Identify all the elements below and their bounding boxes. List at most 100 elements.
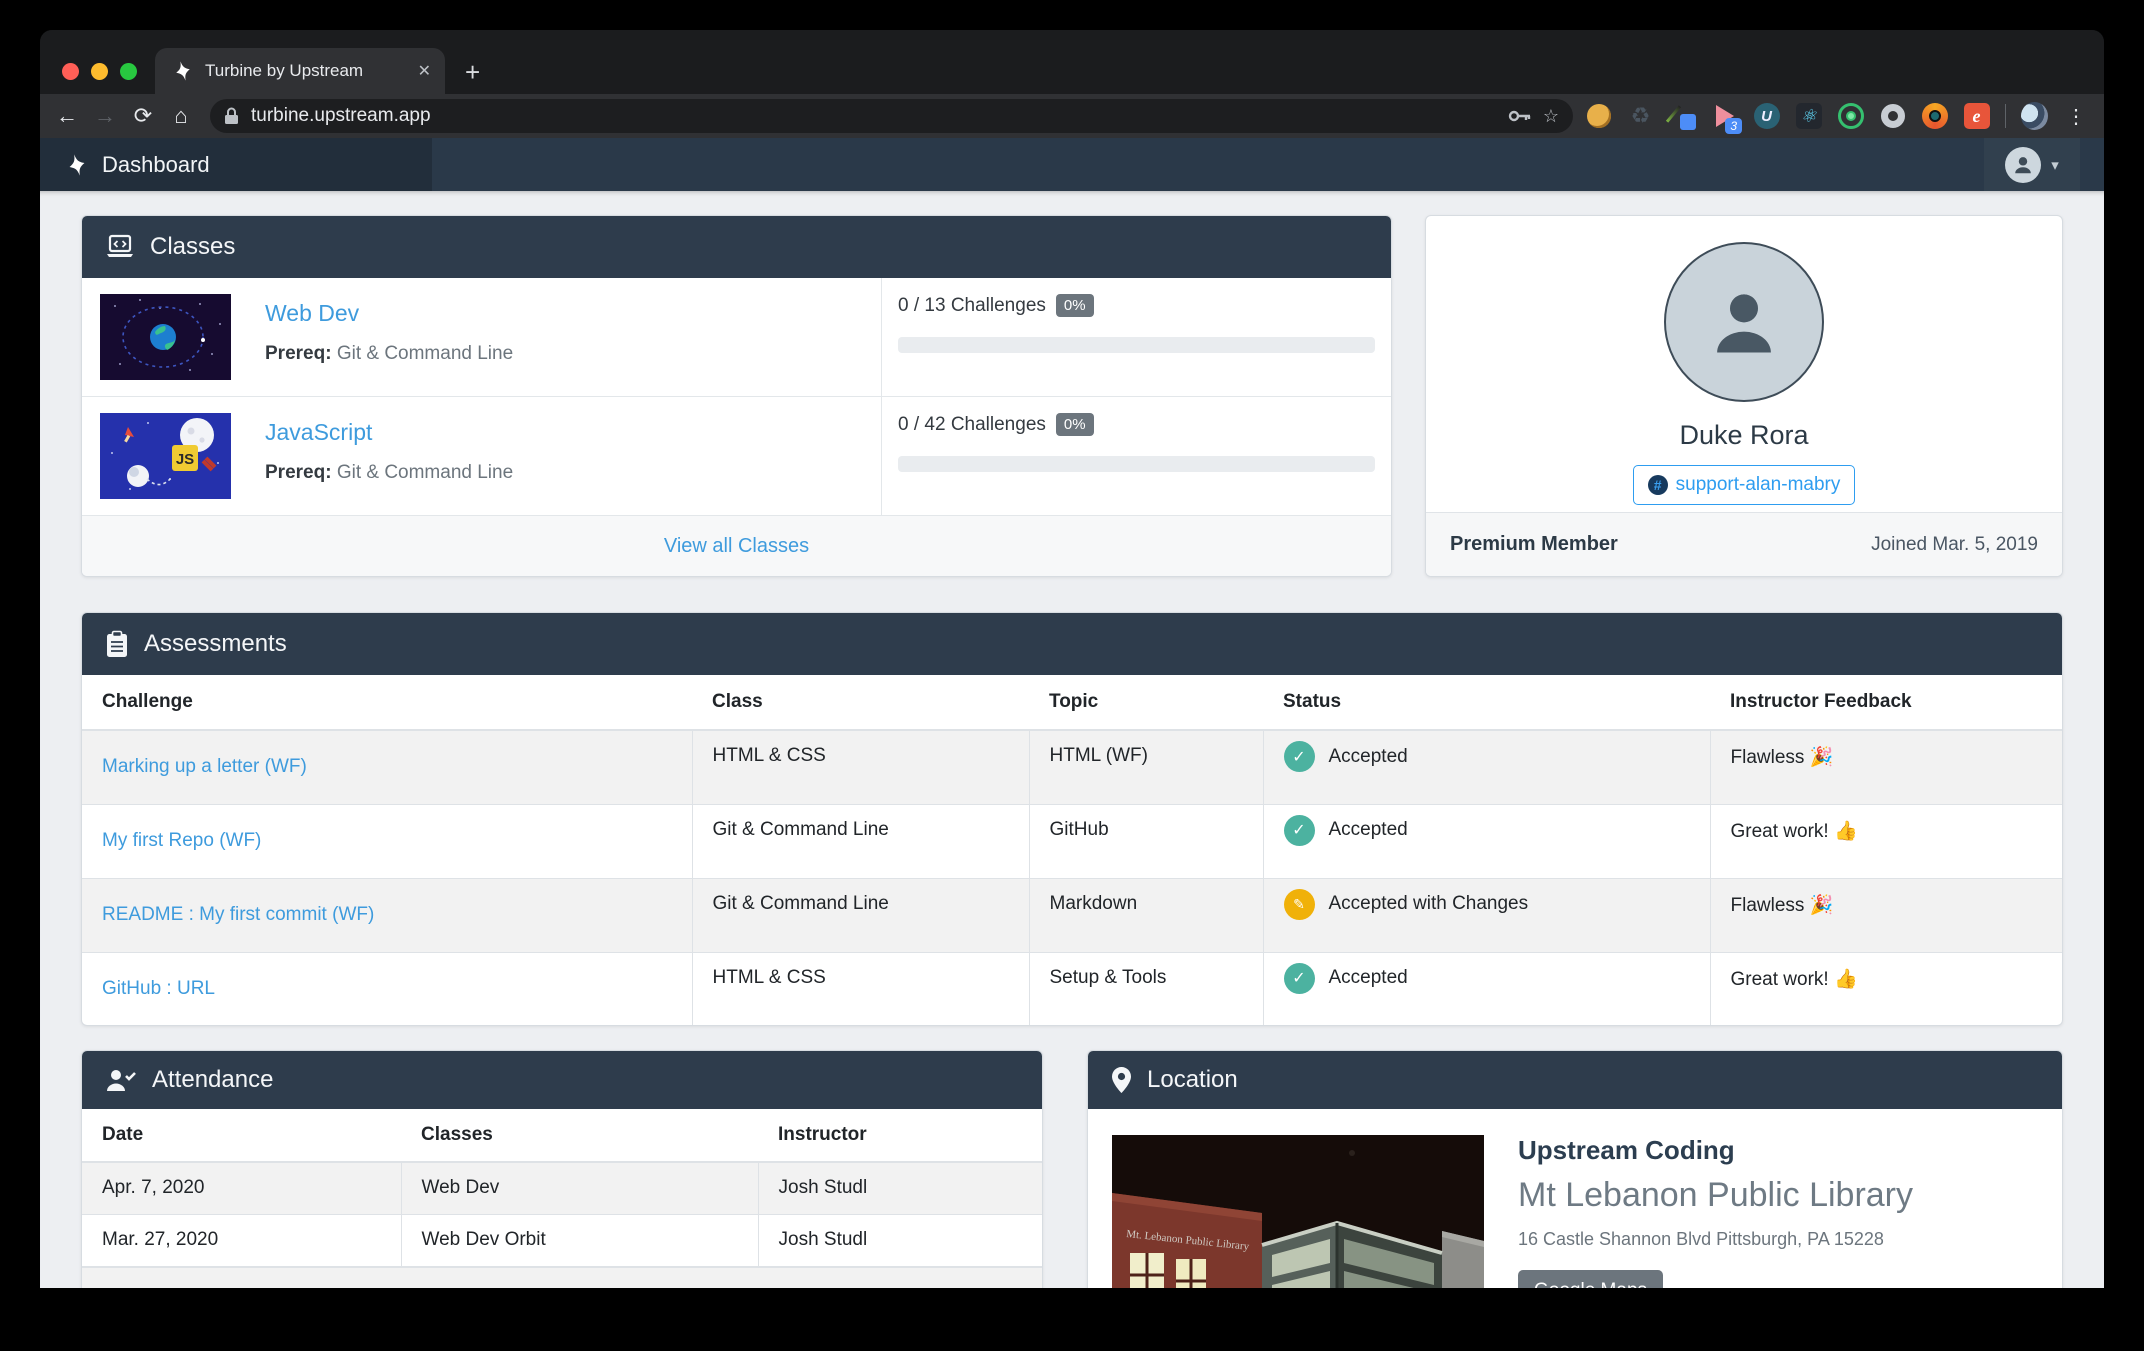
cell-feedback: Flawless 🎉 [1710,878,2062,952]
cell-topic: GitHub [1029,804,1263,878]
zoom-window-button[interactable] [120,63,137,80]
challenge-link[interactable]: My first Repo (WF) [102,830,261,851]
class-row-javascript: JS JavaScript Prereq: Git & Co [82,397,1391,516]
browser-profile-avatar[interactable] [2021,103,2048,130]
class-link-webdev[interactable]: Web Dev [265,300,513,327]
navbar-brand[interactable]: Dashboard [40,138,432,191]
url-text[interactable]: turbine.upstream.app [251,105,1497,127]
back-icon[interactable]: ← [50,99,84,133]
dashboard-page: Classes [40,191,2104,1288]
location-venue: Mt Lebanon Public Library [1518,1176,1913,1215]
assessments-card: Assessments Challenge Class Topic Status… [81,612,2063,1026]
status-changes-icon: ✎ [1284,889,1315,920]
browser-menu-icon[interactable]: ⋮ [2063,103,2090,130]
chevron-down-icon: ▾ [2051,156,2059,174]
minimize-window-button[interactable] [91,63,108,80]
cell-class: Web Dev [401,1162,758,1214]
prereq-label: Prereq: [265,343,332,364]
screenshot-canvas: Turbine by Upstream ✕ + ← → ⟳ ⌂ turbine.… [0,0,2144,1351]
class-row-webdev: Web Dev Prereq: Git & Command Line 0 / 1… [82,278,1391,397]
colorwheel-extension-icon[interactable] [1921,103,1948,130]
forward-icon[interactable]: → [88,99,122,133]
challenge-link[interactable]: Marking up a letter (WF) [102,756,307,777]
col-status: Status [1263,675,1710,730]
reload-icon[interactable]: ⟳ [126,99,160,133]
password-key-icon[interactable] [1509,110,1531,122]
class-info: JS JavaScript Prereq: Git & Co [82,397,882,515]
tab-strip: Turbine by Upstream ✕ + [40,30,2104,94]
close-window-button[interactable] [62,63,79,80]
navbar-brand-label: Dashboard [102,152,210,178]
class-info: Web Dev Prereq: Git & Command Line [82,278,882,396]
status-accepted-icon: ✓ [1284,963,1315,994]
toolbar-divider [2005,104,2006,128]
user-check-icon [106,1068,136,1092]
assessments-header-row: Challenge Class Topic Status Instructor … [82,675,2062,730]
assessments-table: Challenge Class Topic Status Instructor … [82,675,2062,1026]
location-card-title: Location [1147,1066,1238,1094]
status-label: Accepted with Changes [1329,893,1529,915]
class-thumbnail-javascript[interactable]: JS [100,413,231,499]
home-icon[interactable]: ⌂ [164,99,198,133]
donut-extension-icon[interactable] [1879,103,1906,130]
app-navbar: Dashboard ▾ [40,138,2104,191]
attendance-table: Date Classes Instructor Apr. 7, 2020 Web… [82,1109,1042,1267]
prereq-label: Prereq: [265,462,332,483]
cell-date: Apr. 7, 2020 [82,1162,401,1214]
class-thumbnail-webdev[interactable] [100,294,231,380]
attendance-row: Apr. 7, 2020 Web Dev Josh Studl [82,1162,1042,1214]
prereq-value: Git & Command Line [337,343,513,364]
location-address: 16 Castle Shannon Blvd Pittsburgh, PA 15… [1518,1229,1913,1250]
table-row-partial [82,1267,1042,1289]
slack-support-button[interactable]: # support-alan-mabry [1633,465,1856,505]
classes-card-footer: View all Classes [82,516,1391,577]
assessment-row: Marking up a letter (WF) HTML & CSS HTML… [82,730,2062,804]
col-instructor: Instructor [758,1109,1042,1162]
challenge-link[interactable]: GitHub : URL [102,978,215,999]
view-all-classes-link[interactable]: View all Classes [664,535,809,558]
extension-badge: 3 [1725,118,1742,134]
classes-card-header: Classes [82,216,1391,278]
attendance-card-header: Attendance [82,1051,1042,1109]
video-speed-extension-icon[interactable]: 3 [1711,103,1738,130]
status-accepted-icon: ✓ [1284,815,1315,846]
attendance-card: Attendance Date Classes Instructor Apr. … [81,1050,1043,1288]
user-menu-dropdown[interactable]: ▾ [1984,138,2080,191]
ublock-extension-icon[interactable]: U [1753,103,1780,130]
turbine-logo-icon [66,154,88,176]
person-icon [1701,279,1787,365]
react-devtools-extension-icon[interactable]: ⚛ [1795,103,1822,130]
attendance-row: Mar. 27, 2020 Web Dev Orbit Josh Studl [82,1214,1042,1266]
cookie-extension-icon[interactable] [1585,103,1612,130]
tab-close-icon[interactable]: ✕ [418,61,431,81]
recycle-extension-icon[interactable]: ♻ [1627,103,1654,130]
evernote-extension-icon[interactable]: e [1963,103,1990,130]
window-controls[interactable] [40,63,155,94]
new-tab-button[interactable]: + [445,57,480,94]
member-status: Premium Member [1450,533,1618,556]
tab-title: Turbine by Upstream [205,61,406,81]
challenge-link[interactable]: README : My first commit (WF) [102,904,374,925]
address-bar[interactable]: turbine.upstream.app ☆ [210,99,1573,133]
class-link-javascript[interactable]: JavaScript [265,419,513,446]
location-body: Mt. Lebanon Public Library [1088,1109,2062,1288]
google-maps-button[interactable]: Google Maps [1518,1270,1663,1288]
cell-topic: Setup & Tools [1029,952,1263,1026]
location-card: Location [1087,1050,2063,1288]
status-label: Accepted [1329,967,1408,989]
lock-icon [224,107,239,125]
prereq-value: Git & Command Line [337,462,513,483]
cell-topic: HTML (WF) [1029,730,1263,804]
eyedropper-extension-icon[interactable] [1669,103,1696,130]
bookmark-star-icon[interactable]: ☆ [1543,106,1559,127]
turbine-favicon [173,61,193,81]
profile-name: Duke Rora [1679,420,1808,451]
challenges-count: 0 / 42 Challenges [898,414,1046,436]
attendance-header-row: Date Classes Instructor [82,1109,1042,1162]
location-details: Upstream Coding Mt Lebanon Public Librar… [1518,1135,1913,1288]
class-progress: 0 / 42 Challenges 0% [882,397,1391,515]
target-extension-icon[interactable] [1837,103,1864,130]
cell-class: Git & Command Line [692,878,1029,952]
browser-tab[interactable]: Turbine by Upstream ✕ [155,48,445,94]
assessment-row: GitHub : URL HTML & CSS Setup & Tools ✓A… [82,952,2062,1026]
